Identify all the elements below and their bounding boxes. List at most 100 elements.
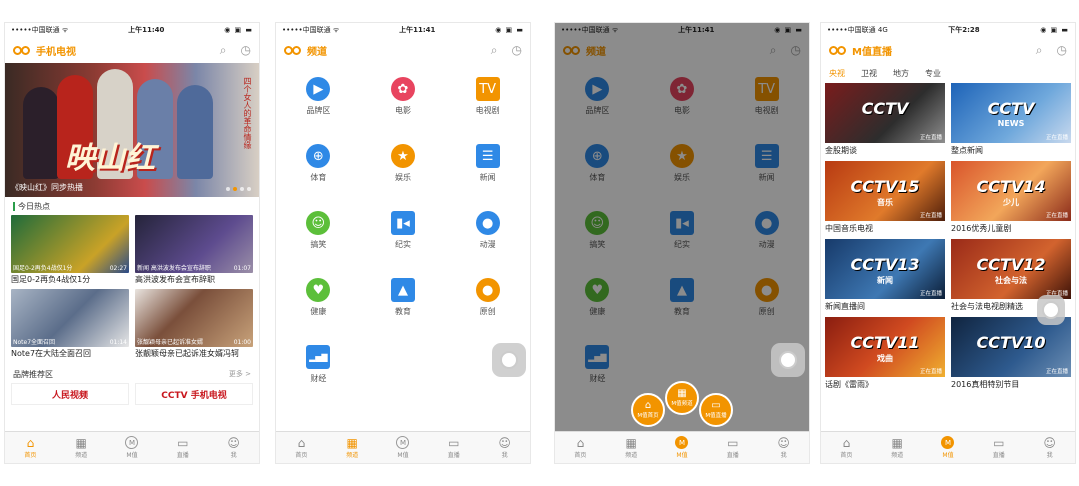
channel-item[interactable]: ▮◂ 纪实 [361,211,446,250]
assistive-touch-button[interactable] [492,343,526,377]
channel-item[interactable]: ★ 娱乐 [361,144,446,183]
live-card[interactable]: CCTV13 新闻 正在直播 新闻直播间 [825,239,945,317]
search-icon[interactable]: ⌕ [220,43,227,58]
tab-professional[interactable]: 专业 [925,68,941,79]
tab-home[interactable]: ⌂ 首页 [5,432,56,463]
live-title[interactable]: 金股期谈 [825,143,945,161]
m-live-button[interactable]: ▭ M值直播 [699,393,733,427]
tab-live[interactable]: ▭ 直播 [973,432,1024,463]
tab-me[interactable]: ☺ 我 [1024,432,1075,463]
video-thumbnail[interactable]: 新闻 高洪波发布会宣布辞职 01:07 [135,215,253,273]
video-card[interactable]: 新闻 高洪波发布会宣布辞职 01:07 高洪波发布会宣布辞职 [135,215,253,287]
carousel-dots[interactable] [226,187,251,191]
channel-item[interactable]: ✿ 电影 [361,77,446,116]
home-icon: ⌂ [26,435,35,450]
assistive-touch-button[interactable] [1037,295,1065,325]
video-card[interactable]: 国足0-2再负4战仅1分 02:27 国足0-2再负4战仅1分 [11,215,129,287]
history-icon[interactable]: ◷ [241,43,251,58]
channel-subtitle: 新闻 [877,276,893,285]
live-thumbnail[interactable]: CCTV 正在直播 [825,83,945,143]
newspaper-icon: ☰ [475,144,500,168]
live-thumbnail[interactable]: CCTV15 音乐 正在直播 [825,161,945,221]
live-thumbnail[interactable]: CCTV NEWS 正在直播 [951,83,1071,143]
hero-banner[interactable]: 映山红 四个女人的革命情缘 《映山红》同步热播 [5,63,259,197]
live-thumbnail[interactable]: CCTV13 新闻 正在直播 [825,239,945,299]
video-title[interactable]: 高洪波发布会宣布辞职 [135,273,253,287]
channel-item[interactable]: ☺ 搞笑 [276,211,361,250]
video-thumbnail[interactable]: 国足0-2再负4战仅1分 02:27 [11,215,129,273]
channel-item[interactable]: ▂▅▇ 财经 [276,345,361,384]
tab-channel[interactable]: ▦ 频道 [872,432,923,463]
live-title[interactable]: 整点新闻 [951,143,1071,161]
live-thumbnail[interactable]: CCTV12 社会与法 正在直播 [951,239,1071,299]
tab-home[interactable]: ⌂ 首页 [276,432,327,463]
user-icon: ☺ [227,435,240,450]
channel-item[interactable]: ● 动漫 [445,211,530,250]
video-thumbnail[interactable]: 张靓颖母亲已起诉准女婿 01:00 [135,289,253,347]
tab-home[interactable]: ⌂ 首页 [555,432,606,463]
video-title[interactable]: 张靓颖母亲已起诉准女婿冯轲 [135,347,253,361]
channel-item[interactable]: ▲ 教育 [361,278,446,317]
m-home-label: M值首页 [637,413,659,419]
live-title[interactable]: 中国音乐电视 [825,221,945,239]
assistive-touch-button[interactable] [771,343,805,377]
tab-satellite[interactable]: 卫视 [861,68,877,79]
tab-cctv[interactable]: 央视 [829,68,845,79]
video-card[interactable]: 张靓颖母亲已起诉准女婿 01:00 张靓颖母亲已起诉准女婿冯轲 [135,289,253,361]
tab-channel[interactable]: ▦ 频道 [327,432,378,463]
live-card[interactable]: CCTV10 正在直播 2016真相特别节目 [951,317,1071,395]
tab-live[interactable]: ▭ 直播 [707,432,758,463]
tab-channel[interactable]: ▦ 频道 [606,432,657,463]
live-title[interactable]: 新闻直播间 [825,299,945,317]
channel-item[interactable]: ▶ 品牌区 [276,77,361,116]
tab-live[interactable]: ▭ 直播 [428,432,479,463]
search-icon[interactable]: ⌕ [1036,43,1043,58]
tab-home[interactable]: ⌂ 首页 [821,432,872,463]
live-card[interactable]: CCTV15 音乐 正在直播 中国音乐电视 [825,161,945,239]
tab-live[interactable]: ▭ 直播 [157,432,208,463]
tab-mvalue[interactable]: M M值 [923,432,974,463]
tab-mvalue[interactable]: M M值 [107,432,158,463]
status-bar: •••••中国联通 4G 下午2:28 ◉ ▣ ▬ [821,23,1075,37]
m-channel-button[interactable]: ▦ M值频道 [665,381,699,415]
live-card[interactable]: CCTV NEWS 正在直播 整点新闻 [951,83,1071,161]
tab-channel[interactable]: ▦ 频道 [56,432,107,463]
status-icons: ◉ ▣ ▬ [1040,26,1069,34]
live-title[interactable]: 2016优秀儿童剧 [951,221,1071,239]
tab-label: 直播 [992,451,1005,459]
channel-item[interactable]: TV 电视剧 [445,77,530,116]
tab-mvalue[interactable]: M M值 [378,432,429,463]
channel-item[interactable]: ☰ 新闻 [445,144,530,183]
live-title[interactable]: 话剧《雷雨》 [825,377,945,395]
brand-card[interactable]: 人民视频 [11,383,129,405]
live-card[interactable]: CCTV14 少儿 正在直播 2016优秀儿童剧 [951,161,1071,239]
live-badge: 正在直播 [919,213,942,219]
live-card[interactable]: CCTV 正在直播 金股期谈 [825,83,945,161]
search-icon[interactable]: ⌕ [491,43,498,58]
live-thumbnail[interactable]: CCTV14 少儿 正在直播 [951,161,1071,221]
live-card[interactable]: CCTV11 戏曲 正在直播 话剧《雷雨》 [825,317,945,395]
tab-me[interactable]: ☺ 我 [758,432,809,463]
live-title[interactable]: 2016真相特别节目 [951,377,1071,395]
channel-item[interactable]: ♥ 健康 [276,278,361,317]
camera-icon: ▮◂ [390,211,415,235]
tab-me[interactable]: ☺ 我 [479,432,530,463]
video-title[interactable]: Note7在大陆全面召回 [11,347,129,361]
channel-item[interactable]: ⊕ 体育 [276,144,361,183]
history-icon[interactable]: ◷ [1057,43,1067,58]
video-title[interactable]: 国足0-2再负4战仅1分 [11,273,129,287]
channel-item[interactable]: ● 原创 [445,278,530,317]
live-thumbnail[interactable]: CCTV10 正在直播 [951,317,1071,377]
video-thumbnail[interactable]: Note7全面召回 01:14 [11,289,129,347]
history-icon[interactable]: ◷ [512,43,522,58]
more-link[interactable]: 更多 > [229,369,251,379]
tab-me[interactable]: ☺ 我 [208,432,259,463]
m-home-button[interactable]: ⌂ M值首页 [631,393,665,427]
tab-local[interactable]: 地方 [893,68,909,79]
tab-mvalue[interactable]: M M值 [657,432,708,463]
video-card[interactable]: Note7全面召回 01:14 Note7在大陆全面召回 [11,289,129,361]
brand-card[interactable]: CCTV 手机电视 [135,383,253,405]
lightbulb-icon: ● [475,278,500,302]
m-circle-icon: M [675,436,689,449]
live-thumbnail[interactable]: CCTV11 戏曲 正在直播 [825,317,945,377]
